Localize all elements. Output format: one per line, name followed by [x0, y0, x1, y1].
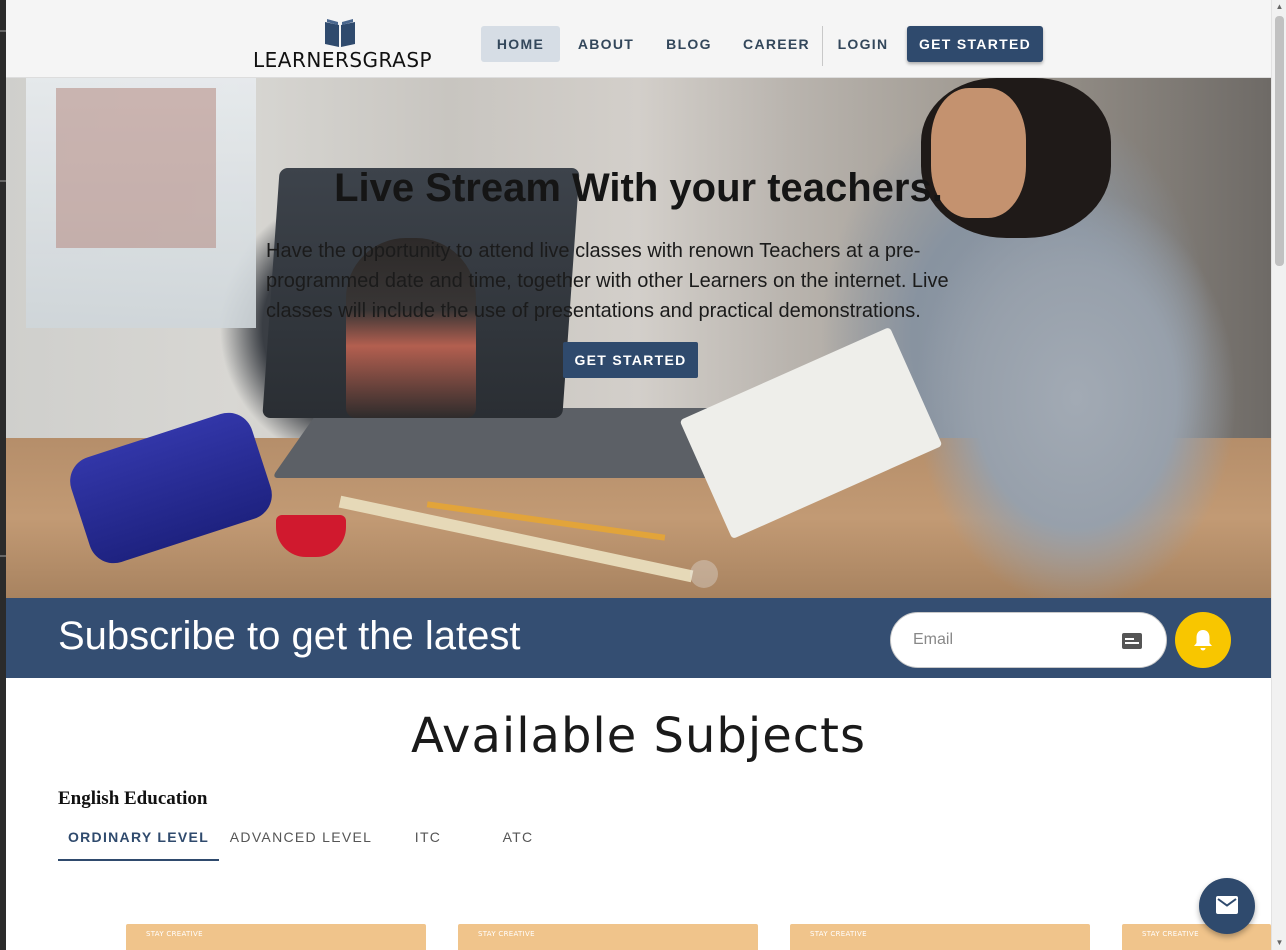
card-label: STAY CREATIVE: [146, 930, 203, 938]
section-title: Available Subjects: [411, 708, 866, 764]
subject-card[interactable]: STAY CREATIVE: [1122, 924, 1271, 950]
carousel-indicator[interactable]: [690, 560, 718, 588]
nav-about[interactable]: ABOUT: [571, 26, 641, 62]
id-card-icon: [1122, 633, 1142, 649]
tab-atc[interactable]: ATC: [473, 818, 563, 858]
card-label: STAY CREATIVE: [810, 930, 867, 938]
hero-get-started-button[interactable]: GET STARTED: [563, 342, 698, 378]
site-logo[interactable]: LEARNERSGRASP: [253, 18, 433, 72]
subject-card[interactable]: STAY CREATIVE: [126, 924, 426, 950]
nav-login[interactable]: LOGIN: [832, 26, 894, 62]
nav-home[interactable]: HOME: [481, 26, 560, 62]
mail-icon: [1216, 896, 1238, 914]
subscribe-button[interactable]: [1175, 612, 1231, 668]
nav-blog[interactable]: BLOG: [661, 26, 717, 62]
open-book-icon: [325, 19, 355, 47]
scroll-up-arrow-icon[interactable]: ▲: [1272, 0, 1286, 14]
contact-fab-button[interactable]: [1199, 878, 1255, 934]
email-field-wrapper[interactable]: [890, 612, 1167, 668]
bell-icon: [1194, 630, 1212, 651]
hero-section: Live Stream With your teachers. Have the…: [6, 78, 1271, 598]
subscribe-bar: Subscribe to get the latest: [6, 598, 1271, 678]
nav-divider: [822, 26, 823, 66]
card-label: STAY CREATIVE: [478, 930, 535, 938]
hero-title: Live Stream With your teachers.: [334, 166, 943, 210]
category-label: English Education: [58, 788, 208, 809]
subject-card[interactable]: STAY CREATIVE: [458, 924, 758, 950]
hero-photo-window: [26, 78, 256, 328]
page-scrollbar[interactable]: ▲ ▼: [1271, 0, 1286, 950]
scrollbar-thumb[interactable]: [1275, 16, 1284, 266]
site-header: LEARNERSGRASP HOME ABOUT BLOG CAREER LOG…: [6, 0, 1271, 78]
hero-description: Have the opportunity to attend live clas…: [266, 240, 949, 322]
tab-advanced-level[interactable]: ADVANCED LEVEL: [219, 818, 383, 858]
card-label: STAY CREATIVE: [1142, 930, 1199, 938]
hero-photo-building: [56, 88, 216, 248]
logo-text: LEARNERSGRASP: [253, 48, 433, 72]
nav-career[interactable]: CAREER: [739, 26, 814, 62]
subscribe-title: Subscribe to get the latest: [58, 614, 521, 658]
email-field[interactable]: [913, 625, 1113, 655]
scroll-down-arrow-icon[interactable]: ▼: [1272, 936, 1286, 950]
subject-card[interactable]: STAY CREATIVE: [790, 924, 1090, 950]
tab-itc[interactable]: ITC: [383, 818, 473, 858]
get-started-button[interactable]: GET STARTED: [907, 26, 1043, 62]
tab-ordinary-level[interactable]: ORDINARY LEVEL: [58, 818, 219, 861]
